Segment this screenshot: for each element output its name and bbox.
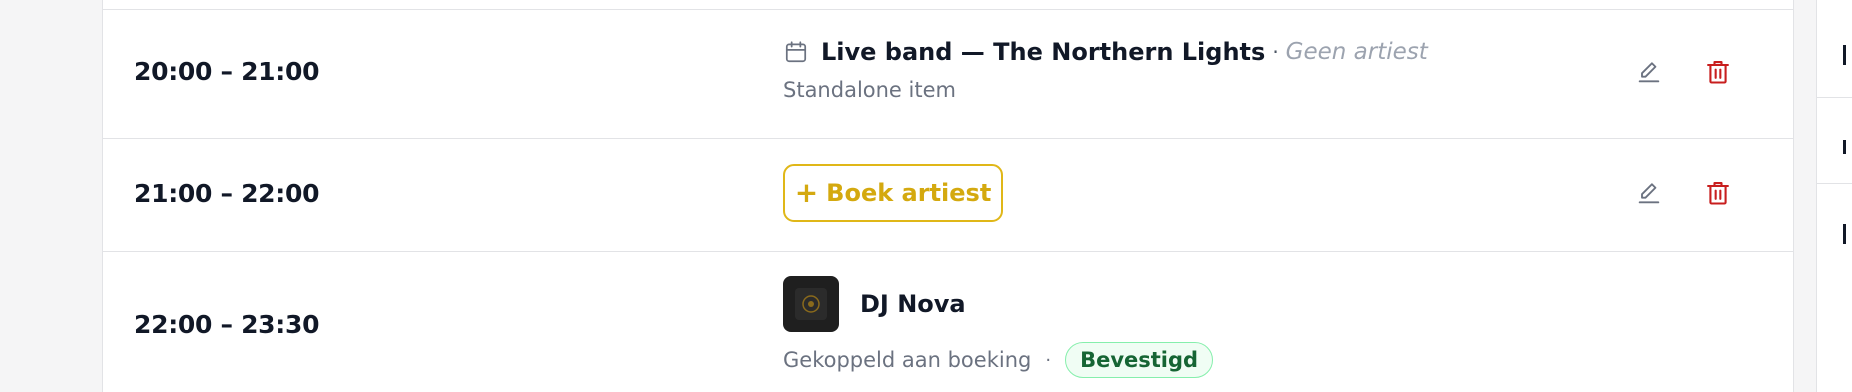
schedule-row: 22:00 – 23:30 DJ Nova Gekoppeld aan boek…: [103, 252, 1793, 392]
edit-button[interactable]: [1631, 177, 1667, 213]
schedule-row: 21:00 – 22:00 + Boek artiest: [103, 139, 1793, 252]
divider: [1817, 97, 1852, 98]
time-slot: 21:00 – 22:00: [134, 179, 320, 208]
trash-icon: [1704, 179, 1732, 211]
item-content: Live band — The Northern Lights · Geen a…: [783, 38, 1428, 102]
book-artist-button[interactable]: + Boek artiest: [783, 164, 1003, 222]
artist-avatar: [783, 276, 839, 332]
divider: [1817, 183, 1852, 184]
pencil-icon: [1635, 58, 1663, 90]
trash-icon: [1704, 58, 1732, 90]
side-marker: [1843, 224, 1846, 244]
item-title-line: Live band — The Northern Lights · Geen a…: [783, 38, 1428, 66]
item-subtitle: Standalone item: [783, 78, 956, 102]
artist-line: DJ Nova: [783, 276, 1213, 332]
item-title: Live band — The Northern Lights: [821, 38, 1266, 66]
separator-dot: ·: [1045, 349, 1052, 371]
side-panel: [1816, 0, 1852, 392]
schedule-card: 20:00 – 21:00 Live band — The Northern L…: [102, 0, 1794, 392]
time-slot: 22:00 – 23:30: [134, 310, 320, 339]
side-marker: [1843, 140, 1846, 154]
booking-line: Gekoppeld aan boeking · Bevestigd: [783, 342, 1214, 378]
side-marker: [1843, 45, 1846, 65]
status-badge: Bevestigd: [1065, 342, 1214, 378]
item-content: DJ Nova Gekoppeld aan boeking · Bevestig…: [783, 276, 1214, 378]
schedule-row: 20:00 – 21:00 Live band — The Northern L…: [103, 10, 1793, 139]
delete-button[interactable]: [1700, 56, 1736, 92]
book-artist-label: Boek artiest: [826, 179, 992, 207]
delete-button[interactable]: [1700, 177, 1736, 213]
edit-button[interactable]: [1631, 56, 1667, 92]
pencil-icon: [1635, 179, 1663, 211]
time-slot: 20:00 – 21:00: [134, 57, 320, 86]
separator-dot: ·: [1272, 40, 1279, 64]
artist-name[interactable]: DJ Nova: [860, 290, 966, 318]
plus-icon: +: [794, 176, 819, 209]
artist-status: Geen artiest: [1285, 39, 1428, 65]
booking-link-text: Gekoppeld aan boeking: [783, 348, 1032, 372]
calendar-icon: [783, 39, 809, 65]
